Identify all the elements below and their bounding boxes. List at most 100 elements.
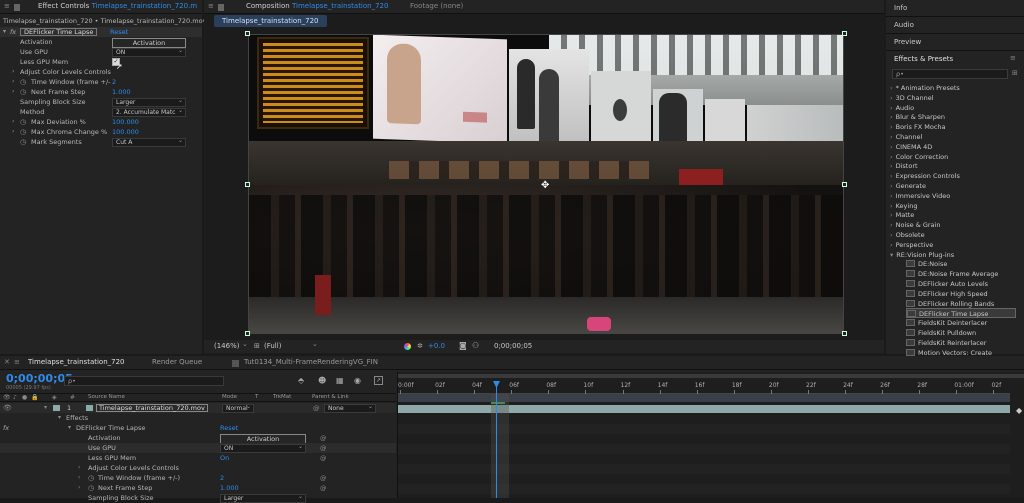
collapse-triangle-icon[interactable]: › bbox=[890, 133, 893, 141]
collapse-triangle-icon[interactable]: › bbox=[890, 211, 893, 219]
close-icon[interactable]: ✕ bbox=[4, 358, 10, 369]
footage-tab[interactable]: Footage (none) bbox=[410, 2, 463, 13]
color-wheel-icon[interactable] bbox=[404, 343, 411, 350]
collapse-triangle-icon[interactable]: › bbox=[12, 87, 14, 97]
effects-group-row[interactable]: ▾ Effects bbox=[0, 413, 396, 423]
grid-icon[interactable]: ⊞ bbox=[254, 342, 260, 350]
stopwatch-icon[interactable]: ◷ bbox=[20, 87, 26, 97]
stopwatch-icon[interactable]: ◷ bbox=[88, 473, 94, 483]
method-dropdown[interactable]: 2. Accumulate Matc bbox=[112, 107, 186, 117]
fx-icon[interactable]: fx bbox=[3, 423, 9, 433]
collapse-triangle-icon[interactable]: › bbox=[890, 113, 893, 121]
lock-icon[interactable] bbox=[218, 4, 224, 11]
zoom-chevron-icon[interactable]: ⌄ bbox=[242, 340, 248, 348]
expand-triangle-icon[interactable]: ▾ bbox=[68, 423, 71, 433]
max-deviation-value[interactable]: 100.000 bbox=[112, 117, 139, 127]
collapse-triangle-icon[interactable]: › bbox=[12, 117, 14, 127]
panel-menu-icon[interactable]: ≡ bbox=[4, 2, 10, 13]
effects-category-item[interactable]: › Keying bbox=[890, 201, 917, 211]
effects-category-item[interactable]: › Generate bbox=[890, 181, 926, 191]
expression-pickwhip-icon[interactable]: @ bbox=[320, 433, 327, 443]
effects-category-item[interactable]: › Distort bbox=[890, 161, 918, 171]
draft-3d-icon[interactable]: ⬘ bbox=[298, 376, 304, 385]
layer-handle[interactable] bbox=[842, 182, 847, 187]
timeline-less-gpu-value[interactable]: On bbox=[220, 453, 229, 463]
mark-segments-dropdown[interactable]: Cut A bbox=[112, 137, 186, 147]
effect-controls-tab[interactable]: Effect Controls Timelapse_trainstation_7… bbox=[38, 2, 197, 13]
exposure-value[interactable]: +0.0 bbox=[428, 342, 445, 350]
effects-category-item[interactable]: › Noise & Grain bbox=[890, 220, 940, 230]
layer-handle[interactable] bbox=[842, 331, 847, 336]
collapse-triangle-icon[interactable]: › bbox=[890, 182, 893, 190]
lock-col-icon[interactable]: 🔒 bbox=[31, 394, 38, 401]
fx-icon[interactable]: fx bbox=[10, 27, 16, 37]
effects-plugin-item[interactable]: DE:Noise bbox=[906, 259, 947, 269]
stopwatch-icon[interactable]: ◷ bbox=[20, 127, 26, 137]
col-trkmat[interactable]: TrkMat bbox=[273, 394, 291, 400]
resolution-chevron-icon[interactable]: ⌄ bbox=[312, 340, 318, 348]
layer-mode-dropdown[interactable]: Normal bbox=[222, 403, 254, 413]
collapse-triangle-icon[interactable]: › bbox=[890, 241, 893, 249]
stopwatch-icon[interactable]: ◷ bbox=[20, 117, 26, 127]
effect-name-box[interactable]: DEFlicker Time Lapse bbox=[20, 28, 98, 36]
info-panel-header[interactable]: Info bbox=[894, 4, 907, 12]
effects-plugin-item[interactable]: FieldsKit Pulldown bbox=[906, 328, 976, 338]
timeline-adjust-row[interactable]: › Adjust Color Levels Controls bbox=[0, 463, 396, 473]
timeline-panel-menu-icon[interactable]: ≡ bbox=[14, 358, 20, 369]
time-window-value[interactable]: 2 bbox=[112, 77, 116, 87]
effects-category-item[interactable]: › Matte bbox=[890, 210, 914, 220]
col-source-name[interactable]: Source Name bbox=[88, 394, 125, 400]
layer-duration-bar[interactable] bbox=[398, 405, 1010, 413]
audio-icon[interactable]: ♪ bbox=[13, 394, 17, 401]
shy-icon[interactable]: ☻ bbox=[318, 376, 326, 385]
stopwatch-icon[interactable]: ◷ bbox=[88, 483, 94, 493]
render-queue-tab[interactable]: Render Queue bbox=[152, 358, 202, 369]
expand-triangle-icon[interactable]: ▾ bbox=[890, 251, 893, 259]
playhead[interactable] bbox=[496, 382, 497, 498]
collapse-triangle-icon[interactable]: › bbox=[12, 127, 14, 137]
effects-category-item[interactable]: › Expression Controls bbox=[890, 171, 960, 181]
solo-icon[interactable]: ● bbox=[22, 394, 27, 401]
other-comp-tab[interactable]: Tut0134_Multi-FrameRenderingVG_FIN bbox=[244, 358, 378, 369]
next-frame-step-value[interactable]: 1.000 bbox=[112, 87, 131, 97]
collapse-triangle-icon[interactable]: › bbox=[12, 67, 14, 77]
effects-plugin-item[interactable]: DEFlicker Auto Levels bbox=[906, 279, 988, 289]
anchor-point-icon[interactable]: ✥ bbox=[541, 180, 549, 191]
collapse-triangle-icon[interactable]: › bbox=[890, 192, 893, 200]
layer-handle[interactable] bbox=[842, 31, 847, 36]
expand-triangle-icon[interactable]: ▾ bbox=[3, 27, 6, 37]
label-icon[interactable]: ◈ bbox=[52, 394, 57, 401]
timeline-effect-row[interactable]: fx ▾ DEFlicker Time Lapse Reset bbox=[0, 423, 396, 433]
collapse-triangle-icon[interactable]: › bbox=[890, 94, 893, 102]
viewer-timecode[interactable]: 0;00;00;05 bbox=[494, 342, 532, 350]
effects-category-item[interactable]: › Color Correction bbox=[890, 152, 948, 162]
frame-blend-icon[interactable]: ▦ bbox=[336, 376, 344, 385]
eye-icon[interactable]: 👁 bbox=[3, 403, 12, 413]
effect-reset-link[interactable]: Reset bbox=[110, 27, 128, 37]
effects-category-item[interactable]: › Immersive Video bbox=[890, 191, 950, 201]
effects-plugin-item[interactable]: DEFlicker Rolling Bands bbox=[906, 299, 994, 309]
col-mode[interactable]: Mode bbox=[222, 394, 237, 400]
resolution-dropdown[interactable]: (Full) bbox=[264, 342, 281, 350]
layer-name[interactable]: Timelapse_trainstation_720.mov bbox=[96, 404, 208, 412]
timeline-fx-reset[interactable]: Reset bbox=[220, 423, 238, 433]
layer-color-label[interactable] bbox=[53, 405, 60, 411]
effects-category-item[interactable]: › Channel bbox=[890, 132, 922, 142]
collapse-triangle-icon[interactable]: › bbox=[890, 143, 893, 151]
collapse-triangle-icon[interactable]: › bbox=[78, 463, 80, 473]
end-marker-icon[interactable]: ◆ bbox=[1016, 406, 1022, 415]
collapse-triangle-icon[interactable]: › bbox=[12, 77, 14, 87]
adjust-color-levels-row[interactable]: › Adjust Color Levels Controls bbox=[0, 67, 202, 77]
new-bin-icon[interactable]: ⊞ bbox=[1012, 69, 1018, 77]
layer-handle[interactable] bbox=[245, 182, 250, 187]
collapse-triangle-icon[interactable]: › bbox=[890, 84, 893, 92]
collapse-triangle-icon[interactable]: › bbox=[890, 104, 893, 112]
timeline-next-frame-value[interactable]: 1.000 bbox=[220, 483, 239, 493]
timeline-use-gpu-dropdown[interactable]: ON bbox=[220, 443, 306, 453]
timeline-comp-tab[interactable]: Timelapse_trainstation_720 bbox=[28, 358, 125, 369]
composition-tab[interactable]: Composition Timelapse_trainstation_720 bbox=[246, 2, 388, 13]
effects-category-item[interactable]: › Audio bbox=[890, 103, 914, 113]
preview-panel-header[interactable]: Preview bbox=[894, 38, 921, 46]
stopwatch-icon[interactable]: ◷ bbox=[20, 137, 26, 147]
audio-panel-header[interactable]: Audio bbox=[894, 21, 914, 29]
